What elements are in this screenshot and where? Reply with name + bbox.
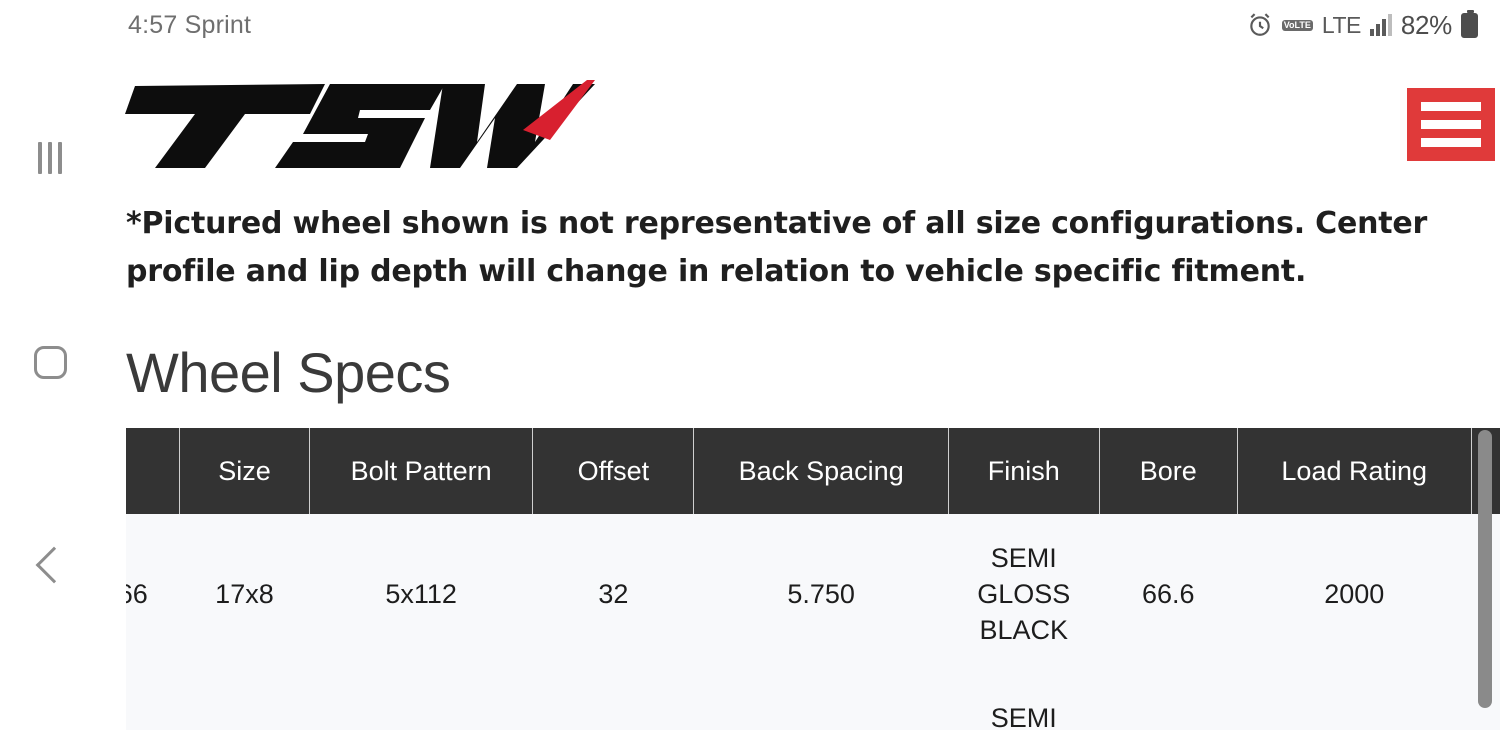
status-indicators: VoLTE LTE 82% — [1247, 9, 1478, 41]
chevron-left-icon — [35, 546, 73, 584]
lte-icon: LTE — [1321, 11, 1361, 38]
home-icon — [33, 345, 67, 379]
cell-finish: SEMI GLOSS BLACK — [948, 514, 1100, 674]
table-row[interactable]: 66 17x8 5x112 32 5.750 SEMI GLOSS BLACK … — [126, 514, 1500, 674]
cell-bolt-pattern: 5x112 — [309, 514, 533, 674]
cell-part: 66 — [126, 514, 180, 674]
cell-offset: 35 — [532, 674, 694, 730]
status-bar: 4:57 Sprint VoLTE LTE 82% — [100, 0, 1500, 50]
volte-icon: VoLTE — [1281, 19, 1313, 31]
battery-percent-label: 82% — [1400, 9, 1452, 40]
cell-bore: 76.1 — [1099, 674, 1238, 730]
home-button[interactable] — [0, 332, 100, 392]
cell-load-rating: 2000 — [1237, 514, 1472, 674]
hamburger-menu-button[interactable] — [1407, 88, 1495, 161]
column-header-offset[interactable]: Offset — [532, 428, 695, 514]
table-row[interactable]: 76 17x8 5x120 35 5.870 SEMI GLOSS BLACK … — [126, 674, 1500, 730]
cell-finish: SEMI GLOSS BLACK — [948, 674, 1100, 730]
battery-icon — [1461, 9, 1478, 38]
cell-part: 76 — [126, 674, 180, 730]
cell-size: 17x8 — [179, 674, 310, 730]
cell-load-rating: 2000 — [1237, 674, 1472, 730]
column-header-bolt-pattern[interactable]: Bolt Pattern — [308, 428, 534, 514]
disclaimer-text: *Pictured wheel shown is not representat… — [126, 206, 1428, 289]
table-body: 66 17x8 5x112 32 5.750 SEMI GLOSS BLACK … — [126, 514, 1500, 730]
site-header — [100, 50, 1500, 185]
cell-offset: 32 — [532, 514, 694, 674]
table-header: Size Bolt Pattern Offset Back Spacing Fi… — [126, 428, 1500, 514]
vertical-scrollbar[interactable] — [1478, 430, 1492, 708]
column-header-bore[interactable]: Bore — [1098, 428, 1238, 514]
cell-back-spacing: 5.870 — [693, 674, 949, 730]
page-title: Wheel Specs — [126, 341, 451, 404]
recent-apps-icon — [38, 142, 62, 174]
alarm-icon — [1249, 13, 1270, 36]
tsw-logo — [125, 80, 595, 168]
column-header-size[interactable]: Size — [179, 428, 310, 514]
recent-apps-button[interactable] — [0, 128, 100, 188]
column-header-part[interactable] — [126, 428, 181, 514]
column-header-load-rating[interactable]: Load Rating — [1236, 428, 1472, 514]
cell-bore: 66.6 — [1099, 514, 1238, 674]
column-header-back-spacing[interactable]: Back Spacing — [693, 428, 949, 514]
table-header-row: Size Bolt Pattern Offset Back Spacing Fi… — [126, 428, 1500, 514]
wheel-specs-table-container[interactable]: Size Bolt Pattern Offset Back Spacing Fi… — [126, 428, 1500, 730]
column-header-finish[interactable]: Finish — [947, 428, 1100, 514]
cell-back-spacing: 5.750 — [693, 514, 949, 674]
menu-bar-3 — [1421, 138, 1481, 147]
cell-size: 17x8 — [179, 514, 310, 674]
back-button[interactable] — [0, 535, 100, 595]
wheel-specs-table: Size Bolt Pattern Offset Back Spacing Fi… — [126, 428, 1500, 730]
menu-bar-2 — [1421, 120, 1481, 129]
status-time-carrier: 4:57 Sprint — [128, 10, 252, 39]
menu-bar-1 — [1421, 102, 1481, 111]
cell-bolt-pattern: 5x120 — [309, 674, 533, 730]
android-nav-rail — [0, 0, 100, 730]
signal-bars-icon — [1369, 14, 1392, 36]
